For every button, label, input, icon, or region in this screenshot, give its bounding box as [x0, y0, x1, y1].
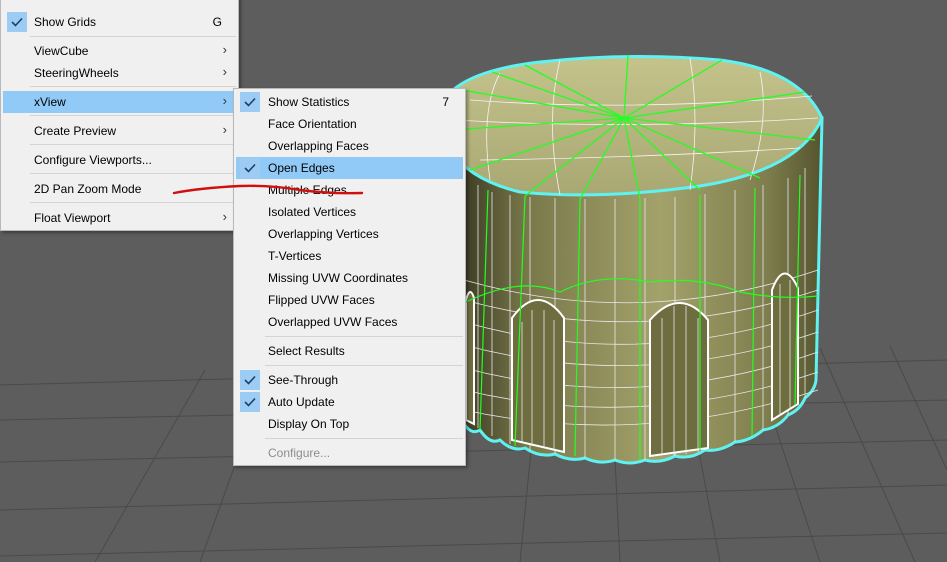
menu-separator: [30, 86, 236, 87]
configure-viewports-label: Configure Viewports...: [34, 153, 152, 167]
menu-item-isolated-vertices[interactable]: Isolated Vertices: [236, 201, 463, 223]
menu-item-overlapping-faces[interactable]: Overlapping Faces: [236, 135, 463, 157]
flipped-uvw-label: Flipped UVW Faces: [268, 293, 375, 307]
menu-item-missing-uvw-coordinates[interactable]: Missing UVW Coordinates: [236, 267, 463, 289]
menu-item-create-preview[interactable]: Create Preview ›: [3, 120, 236, 142]
overlapping-faces-label: Overlapping Faces: [268, 139, 369, 153]
show-grids-label: Show Grids: [34, 15, 97, 29]
menu-item-face-orientation[interactable]: Face Orientation: [236, 113, 463, 135]
face-orientation-label: Face Orientation: [268, 117, 357, 131]
menu-item-multiple-edges[interactable]: Multiple Edges: [236, 179, 463, 201]
chevron-right-icon: ›: [222, 64, 227, 79]
menu-item-flipped-uvw-faces[interactable]: Flipped UVW Faces: [236, 289, 463, 311]
float-viewport-label: Float Viewport: [34, 211, 111, 225]
menu-item-overlapped-uvw-faces[interactable]: Overlapped UVW Faces: [236, 311, 463, 333]
overlapped-uvw-label: Overlapped UVW Faces: [268, 315, 398, 329]
check-icon: [240, 392, 260, 412]
menu-item-configure-viewports[interactable]: Configure Viewports...: [3, 149, 236, 171]
menu-separator: [265, 365, 463, 366]
auto-update-label: Auto Update: [268, 395, 335, 409]
menu-separator: [30, 36, 236, 37]
open-edges-label: Open Edges: [268, 161, 335, 175]
check-icon: [240, 158, 260, 178]
missing-uvw-label: Missing UVW Coordinates: [268, 271, 409, 285]
check-icon: [240, 92, 260, 112]
menu-item-open-edges[interactable]: Open Edges: [236, 157, 463, 179]
menu-separator: [30, 202, 236, 203]
viewport-context-menu: Show Grids G ViewCube › SteeringWheels ›…: [0, 0, 239, 231]
configure-label: Configure...: [268, 446, 331, 460]
t-vertices-label: T-Vertices: [268, 249, 322, 263]
multiple-edges-label: Multiple Edges: [268, 183, 347, 197]
show-statistics-label: Show Statistics: [268, 95, 350, 109]
chevron-right-icon: ›: [222, 122, 227, 137]
menu-separator: [30, 115, 236, 116]
menu-item-steeringwheels[interactable]: SteeringWheels ›: [3, 62, 236, 84]
menu-item-viewcube[interactable]: ViewCube ›: [3, 40, 236, 62]
menu-separator: [265, 336, 463, 337]
select-results-label: Select Results: [268, 344, 345, 358]
show-statistics-shortcut: 7: [442, 95, 449, 109]
cylinder-mesh[interactable]: [446, 54, 824, 465]
see-through-label: See-Through: [268, 373, 339, 387]
viewcube-label: ViewCube: [34, 44, 89, 58]
xview-label: xView: [34, 95, 66, 109]
menu-separator: [30, 173, 236, 174]
menu-separator: [265, 438, 463, 439]
menu-item-xview[interactable]: xView ›: [3, 91, 236, 113]
menu-separator: [30, 144, 236, 145]
menu-item-display-on-top[interactable]: Display On Top: [236, 413, 463, 435]
overlapping-vertices-label: Overlapping Vertices: [268, 227, 379, 241]
steeringwheels-label: SteeringWheels: [34, 66, 119, 80]
chevron-right-icon: ›: [222, 93, 227, 108]
menu-item-overlapping-vertices[interactable]: Overlapping Vertices: [236, 223, 463, 245]
menu-item-see-through[interactable]: See-Through: [236, 369, 463, 391]
check-icon: [240, 370, 260, 390]
pan-zoom-mode-label: 2D Pan Zoom Mode: [34, 182, 142, 196]
menu-item-auto-update[interactable]: Auto Update: [236, 391, 463, 413]
menu-item-show-statistics[interactable]: Show Statistics 7: [236, 91, 463, 113]
xview-submenu: Show Statistics 7 Face Orientation Overl…: [233, 88, 466, 466]
display-on-top-label: Display On Top: [268, 417, 350, 431]
create-preview-label: Create Preview: [34, 124, 117, 138]
show-grids-shortcut: G: [212, 15, 222, 29]
menu-item-2d-pan-zoom-mode[interactable]: 2D Pan Zoom Mode: [3, 178, 236, 200]
menu-item-configure: Configure...: [236, 442, 463, 464]
menu-item-select-results[interactable]: Select Results: [236, 340, 463, 362]
isolated-vertices-label: Isolated Vertices: [268, 205, 357, 219]
menu-item-show-grids[interactable]: Show Grids G: [3, 11, 236, 33]
check-icon: [7, 12, 27, 32]
menu-item-t-vertices[interactable]: T-Vertices: [236, 245, 463, 267]
chevron-right-icon: ›: [222, 42, 227, 57]
menu-item-float-viewport[interactable]: Float Viewport ›: [3, 207, 236, 229]
chevron-right-icon: ›: [222, 209, 227, 224]
